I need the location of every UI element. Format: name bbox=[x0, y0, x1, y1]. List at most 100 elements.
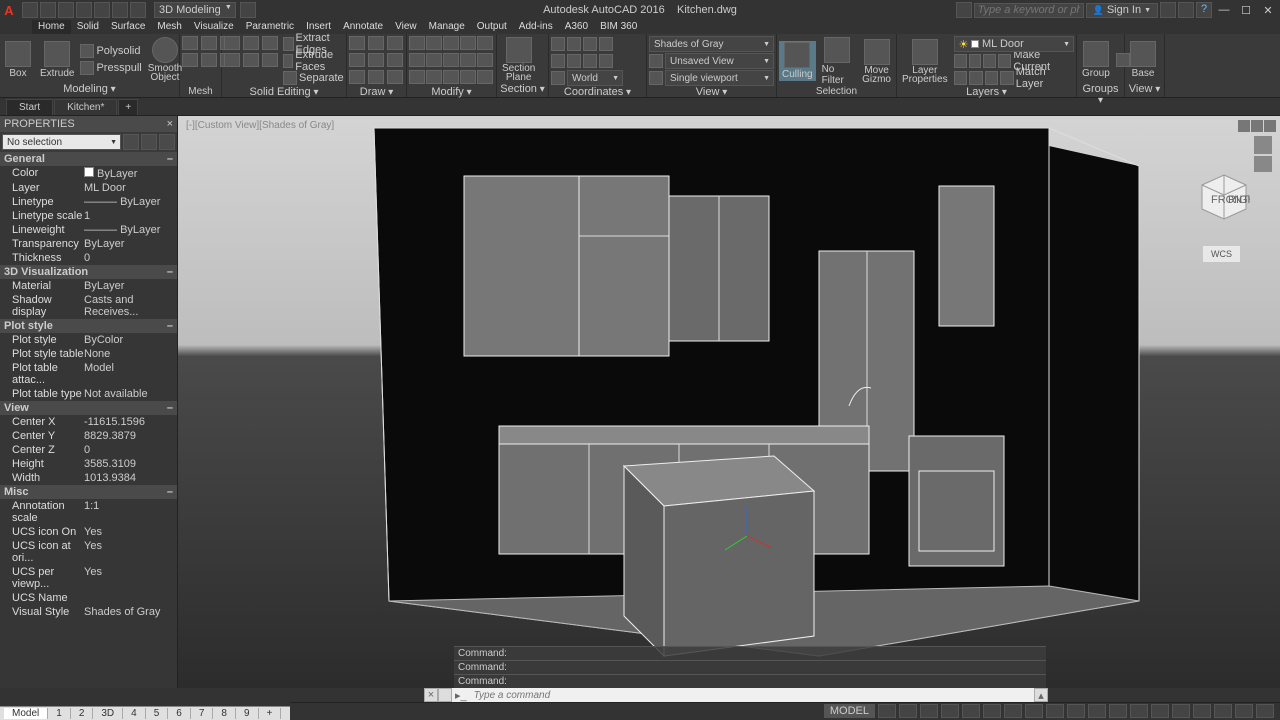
width-value[interactable]: 1013.9384 bbox=[84, 472, 173, 484]
group-general[interactable]: General– bbox=[0, 152, 177, 166]
customize-icon[interactable] bbox=[1256, 704, 1274, 718]
layer-properties-button[interactable]: Layer Properties bbox=[899, 38, 951, 85]
group-misc[interactable]: Misc– bbox=[0, 485, 177, 499]
culling-button[interactable]: Culling bbox=[779, 41, 816, 81]
centery-value[interactable]: 8829.3879 bbox=[84, 430, 173, 442]
viewport-dropdown[interactable]: Single viewport bbox=[665, 70, 774, 86]
visualstyle-value[interactable]: Shades of Gray bbox=[84, 606, 173, 618]
viewport[interactable]: [-][Custom View][Shades of Gray] bbox=[178, 116, 1280, 688]
tab-surface[interactable]: Surface bbox=[105, 20, 151, 34]
annomon-icon[interactable] bbox=[1130, 704, 1148, 718]
layout-tab[interactable]: 8 bbox=[213, 708, 236, 719]
view-icon[interactable] bbox=[649, 54, 663, 68]
coord-icon[interactable] bbox=[583, 37, 597, 51]
vp-max-icon[interactable] bbox=[1251, 120, 1263, 132]
coord-icon[interactable] bbox=[551, 54, 565, 68]
qat-undo-icon[interactable] bbox=[112, 2, 128, 18]
selection-dropdown[interactable]: No selection bbox=[2, 134, 121, 150]
thickness-value[interactable]: 0 bbox=[84, 252, 173, 264]
workspace-dropdown[interactable]: 3D Modeling bbox=[154, 2, 236, 18]
layout-add[interactable]: + bbox=[259, 708, 282, 719]
qat-saveas-icon[interactable] bbox=[76, 2, 92, 18]
layout-tab[interactable]: 1 bbox=[48, 708, 71, 719]
close-button[interactable]: ✕ bbox=[1258, 3, 1278, 17]
extrude-faces-button[interactable]: Extrude Faces bbox=[283, 53, 344, 69]
tab-new[interactable]: + bbox=[118, 99, 138, 115]
coord-icon[interactable] bbox=[599, 37, 613, 51]
plotattach-value[interactable]: Model bbox=[84, 362, 173, 386]
layer-value[interactable]: ML Door bbox=[84, 182, 173, 194]
qat-save-icon[interactable] bbox=[58, 2, 74, 18]
qat-open-icon[interactable] bbox=[40, 2, 56, 18]
layout-tab[interactable]: 7 bbox=[191, 708, 214, 719]
solidedit-icons[interactable] bbox=[224, 36, 280, 86]
tab-model[interactable]: Model bbox=[4, 708, 48, 719]
tab-parametric[interactable]: Parametric bbox=[240, 20, 300, 34]
fullnav-icon[interactable] bbox=[1254, 136, 1272, 154]
lwt-icon[interactable] bbox=[1067, 704, 1085, 718]
draw-grid[interactable] bbox=[349, 36, 405, 86]
app-menu-icon[interactable]: A bbox=[2, 3, 16, 17]
maximize-button[interactable]: ☐ bbox=[1236, 3, 1256, 17]
coord-icon[interactable] bbox=[567, 37, 581, 51]
ucsorigin-value[interactable]: Yes bbox=[84, 540, 173, 564]
polysolid-button[interactable]: Polysolid bbox=[80, 43, 141, 59]
material-value[interactable]: ByLayer bbox=[84, 280, 173, 292]
centerx-value[interactable]: -11615.1596 bbox=[84, 416, 173, 428]
tab-view[interactable]: View bbox=[389, 20, 423, 34]
command-line[interactable]: × ▸_ ▴ bbox=[424, 688, 1048, 702]
transparency-icon[interactable] bbox=[1088, 704, 1106, 718]
visual-style-dropdown[interactable]: Shades of Gray bbox=[649, 36, 774, 52]
search-input[interactable] bbox=[974, 3, 1084, 18]
palette-close-icon[interactable]: × bbox=[167, 118, 173, 130]
qat-new-icon[interactable] bbox=[22, 2, 38, 18]
signin-button[interactable]: 👤Sign In▼ bbox=[1086, 3, 1158, 18]
ucs-dropdown[interactable]: World bbox=[567, 70, 623, 86]
tab-home[interactable]: Home bbox=[32, 20, 71, 34]
ducs-icon[interactable] bbox=[1025, 704, 1043, 718]
coord-icon[interactable] bbox=[567, 54, 581, 68]
layer-dropdown[interactable]: ☀ ML Door bbox=[954, 36, 1074, 52]
tab-addins[interactable]: Add-ins bbox=[513, 20, 559, 34]
extrude-button[interactable]: Extrude bbox=[37, 40, 77, 80]
nofilter-button[interactable]: No Filter bbox=[819, 36, 857, 87]
pickadd-icon[interactable] bbox=[159, 134, 175, 150]
annoscale-value[interactable]: 1:1 bbox=[84, 500, 173, 524]
wcs-label[interactable]: WCS bbox=[1203, 246, 1240, 262]
box-button[interactable]: Box bbox=[2, 40, 34, 80]
tab-manage[interactable]: Manage bbox=[423, 20, 471, 34]
transparency-value[interactable]: ByLayer bbox=[84, 238, 173, 250]
group-3dviz[interactable]: 3D Visualization– bbox=[0, 265, 177, 279]
grid-icon[interactable] bbox=[878, 704, 896, 718]
color-value[interactable]: ByLayer bbox=[84, 167, 173, 180]
minimize-button[interactable]: — bbox=[1214, 3, 1234, 17]
qat-redo-icon[interactable] bbox=[130, 2, 146, 18]
model-view[interactable] bbox=[178, 116, 1280, 688]
world-icon[interactable] bbox=[551, 71, 565, 85]
plottype-value[interactable]: Not available bbox=[84, 388, 173, 400]
layout-tab[interactable]: 9 bbox=[236, 708, 259, 719]
model-button[interactable]: MODEL bbox=[824, 704, 875, 718]
layout-tab[interactable]: 5 bbox=[146, 708, 169, 719]
layout-tab[interactable]: 4 bbox=[123, 708, 146, 719]
qat-print-icon[interactable] bbox=[94, 2, 110, 18]
tab-solid[interactable]: Solid bbox=[71, 20, 105, 34]
ucsicon-value[interactable]: Yes bbox=[84, 526, 173, 538]
layout-tab[interactable]: 6 bbox=[168, 708, 191, 719]
modify-grid[interactable] bbox=[409, 36, 493, 86]
ltscale-value[interactable]: 1 bbox=[84, 210, 173, 222]
dyn-icon[interactable] bbox=[1046, 704, 1064, 718]
workspace-icon[interactable] bbox=[1172, 704, 1190, 718]
tab-start[interactable]: Start bbox=[6, 99, 53, 115]
tab-document[interactable]: Kitchen* bbox=[54, 99, 117, 115]
coord-icon[interactable] bbox=[583, 54, 597, 68]
base-button[interactable]: Base bbox=[1127, 40, 1159, 80]
help-icon[interactable]: ? bbox=[1196, 2, 1212, 18]
move-gizmo-button[interactable]: Move Gizmo bbox=[859, 38, 894, 85]
tab-mesh[interactable]: Mesh bbox=[151, 20, 187, 34]
vp-close-icon[interactable] bbox=[1264, 120, 1276, 132]
command-input[interactable] bbox=[470, 690, 1034, 701]
tab-annotate[interactable]: Annotate bbox=[337, 20, 389, 34]
tab-bim360[interactable]: BIM 360 bbox=[594, 20, 643, 34]
osnap-icon[interactable] bbox=[962, 704, 980, 718]
